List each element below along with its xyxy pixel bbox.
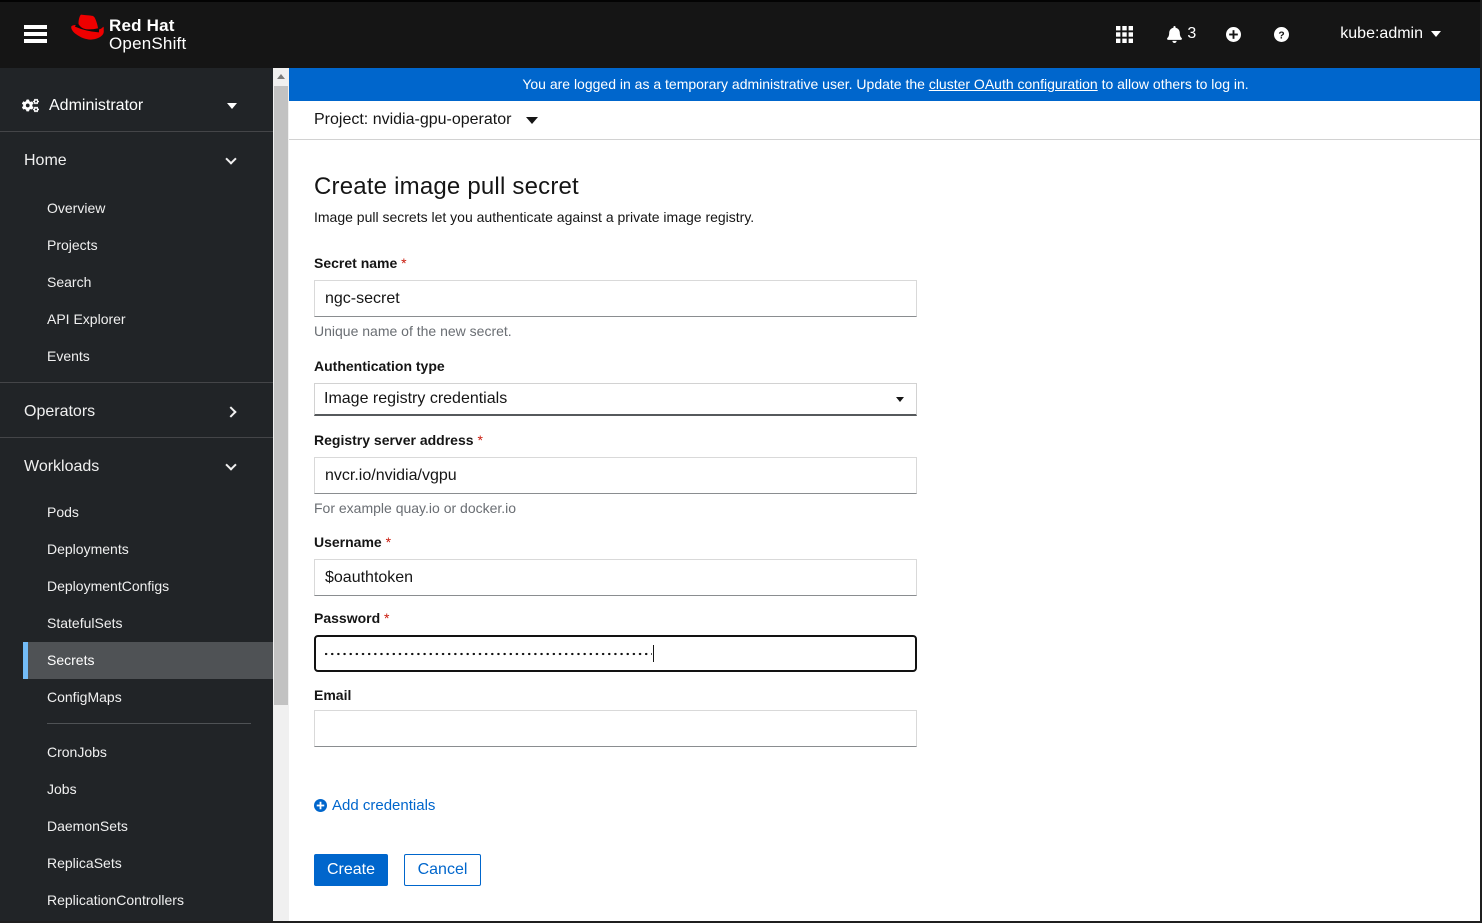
svg-text:?: ? bbox=[1279, 30, 1285, 41]
